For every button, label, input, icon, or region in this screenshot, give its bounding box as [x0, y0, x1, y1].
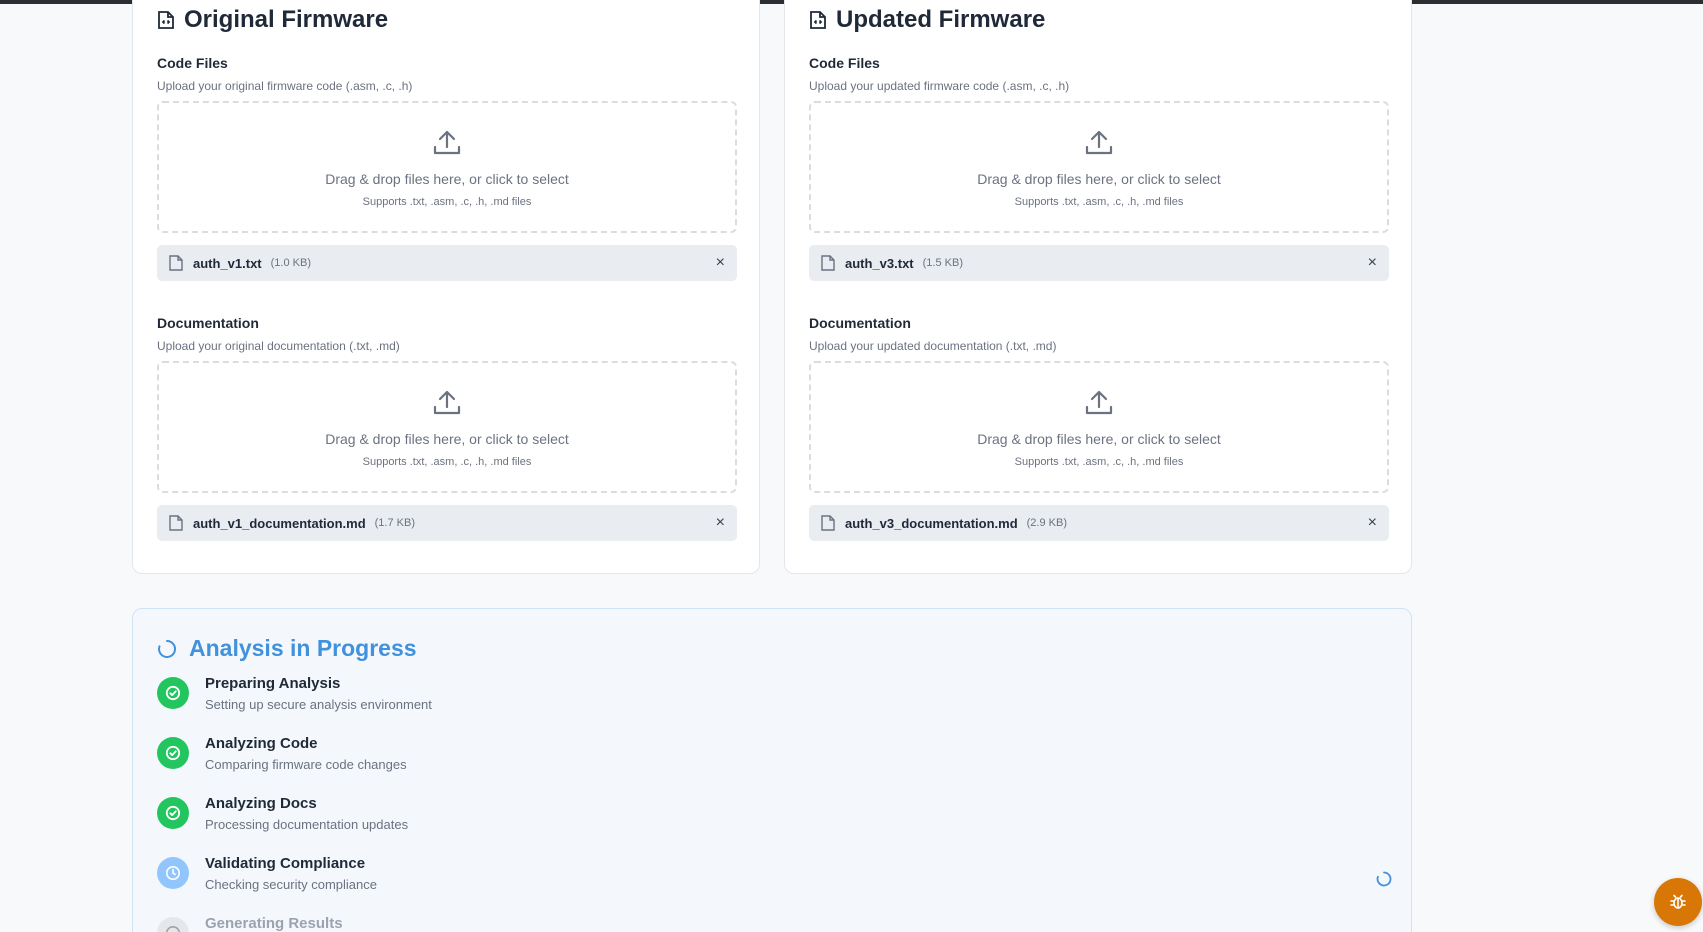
bug-report-button[interactable]: [1654, 878, 1702, 926]
section-hint: Upload your updated firmware code (.asm,…: [809, 79, 1070, 93]
uploaded-file: auth_v3_documentation.md (2.9 KB) ×: [809, 505, 1389, 541]
updated-firmware-title-row: Updated Firmware: [809, 6, 1045, 34]
documentation-section: Documentation Upload your updated docume…: [809, 315, 1389, 541]
file-name: auth_v1.txt: [193, 255, 262, 271]
file-name: auth_v1_documentation.md: [193, 515, 366, 531]
uploaded-file: auth_v3.txt (1.5 KB) ×: [809, 245, 1389, 281]
step-preparing: Preparing Analysis Setting up secure ana…: [157, 675, 432, 712]
step-title: Preparing Analysis: [205, 675, 341, 692]
spinner-icon: [158, 639, 176, 658]
upload-icon: [1085, 390, 1113, 415]
file-size: (1.5 KB): [922, 257, 963, 269]
code-dropzone[interactable]: Drag & drop files here, or click to sele…: [809, 101, 1389, 233]
file-code-icon: [810, 11, 826, 29]
section-label: Code Files: [809, 55, 880, 71]
remove-file-button[interactable]: ×: [1368, 514, 1377, 532]
dropzone-text: Drag & drop files here, or click to sele…: [325, 171, 569, 187]
progress-title: Analysis in Progress: [189, 635, 417, 661]
uploaded-file: auth_v1.txt (1.0 KB) ×: [157, 245, 737, 281]
pending-circle-icon: [157, 917, 189, 932]
dropzone-subtext: Supports .txt, .asm, .c, .h, .md files: [1014, 456, 1184, 468]
section-label: Code Files: [157, 55, 228, 71]
remove-file-button[interactable]: ×: [1368, 254, 1377, 272]
section-label: Documentation: [157, 315, 259, 331]
check-circle-icon: [157, 677, 189, 709]
card-title: Updated Firmware: [836, 6, 1046, 33]
upload-icon: [433, 390, 461, 415]
updated-firmware-card: Updated Firmware Code Files Upload your …: [784, 0, 1412, 574]
step-analyzing-code: Analyzing Code Comparing firmware code c…: [157, 735, 407, 772]
step-description: Comparing firmware code changes: [205, 757, 407, 772]
step-generating-results: Generating Results: [157, 915, 343, 932]
file-name: auth_v3.txt: [845, 255, 914, 271]
file-code-icon: [158, 11, 174, 29]
file-icon: [169, 515, 183, 531]
file-size: (2.9 KB): [1026, 517, 1067, 529]
check-circle-icon: [157, 797, 189, 829]
code-files-section: Code Files Upload your original firmware…: [157, 55, 737, 281]
clock-icon: [157, 857, 189, 889]
upload-icon: [1085, 130, 1113, 155]
upload-icon: [433, 130, 461, 155]
step-validating-compliance: Validating Compliance Checking security …: [157, 855, 377, 892]
original-firmware-title-row: Original Firmware: [157, 6, 388, 34]
step-description: Checking security compliance: [205, 877, 377, 892]
docs-dropzone[interactable]: Drag & drop files here, or click to sele…: [809, 361, 1389, 493]
card-title: Original Firmware: [184, 6, 389, 33]
step-title: Generating Results: [205, 915, 343, 932]
section-hint: Upload your original firmware code (.asm…: [157, 79, 413, 93]
step-description: Processing documentation updates: [205, 817, 409, 832]
bug-icon: [1670, 894, 1686, 909]
step-title: Analyzing Code: [205, 735, 318, 752]
analysis-progress-card: Analysis in Progress Preparing Analysis …: [132, 608, 1412, 932]
dropzone-text: Drag & drop files here, or click to sele…: [325, 431, 569, 447]
file-icon: [821, 255, 835, 271]
remove-file-button[interactable]: ×: [716, 514, 725, 532]
step-analyzing-docs: Analyzing Docs Processing documentation …: [157, 795, 408, 832]
check-circle-icon: [157, 737, 189, 769]
file-icon: [821, 515, 835, 531]
step-title: Analyzing Docs: [205, 795, 317, 812]
file-size: (1.0 KB): [270, 257, 311, 269]
code-dropzone[interactable]: Drag & drop files here, or click to sele…: [157, 101, 737, 233]
file-name: auth_v3_documentation.md: [845, 515, 1018, 531]
step-title: Validating Compliance: [205, 855, 366, 872]
docs-dropzone[interactable]: Drag & drop files here, or click to sele…: [157, 361, 737, 493]
section-label: Documentation: [809, 315, 911, 331]
file-icon: [169, 255, 183, 271]
remove-file-button[interactable]: ×: [716, 254, 725, 272]
dropzone-subtext: Supports .txt, .asm, .c, .h, .md files: [362, 456, 532, 468]
step-description: Setting up secure analysis environment: [205, 697, 432, 712]
file-size: (1.7 KB): [374, 517, 415, 529]
dropzone-subtext: Supports .txt, .asm, .c, .h, .md files: [362, 196, 532, 208]
dropzone-subtext: Supports .txt, .asm, .c, .h, .md files: [1014, 196, 1184, 208]
uploaded-file: auth_v1_documentation.md (1.7 KB) ×: [157, 505, 737, 541]
spinner-icon: [1376, 871, 1392, 887]
section-hint: Upload your updated documentation (.txt,…: [809, 339, 1057, 353]
dropzone-text: Drag & drop files here, or click to sele…: [977, 171, 1221, 187]
original-firmware-card: Original Firmware Code Files Upload your…: [132, 0, 760, 574]
dropzone-text: Drag & drop files here, or click to sele…: [977, 431, 1221, 447]
progress-title-row: Analysis in Progress: [157, 635, 417, 662]
code-files-section: Code Files Upload your updated firmware …: [809, 55, 1389, 281]
documentation-section: Documentation Upload your original docum…: [157, 315, 737, 541]
section-hint: Upload your original documentation (.txt…: [157, 339, 400, 353]
